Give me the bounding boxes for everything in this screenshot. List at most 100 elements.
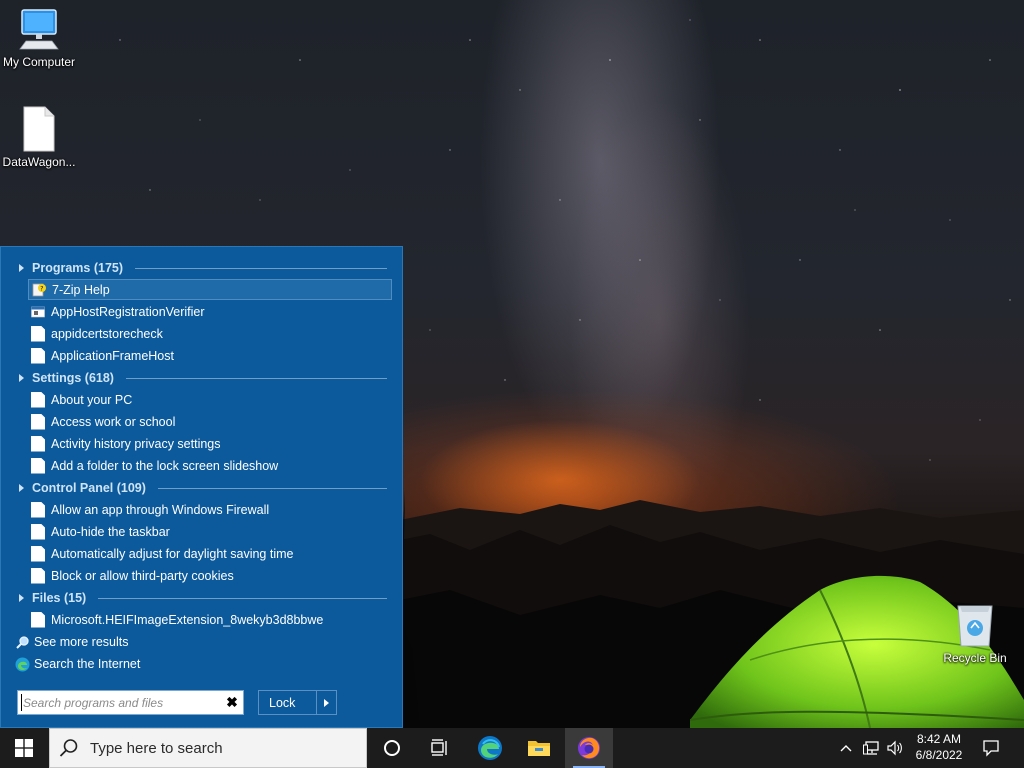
start-button[interactable]	[0, 728, 48, 768]
start-search-box: ✖	[17, 690, 244, 715]
document-icon	[31, 325, 45, 342]
document-icon	[31, 413, 45, 430]
magnifier-icon	[16, 635, 29, 649]
result-label: ApplicationFrameHost	[51, 348, 174, 363]
section-title: Files (15)	[32, 591, 87, 605]
result-label: AppHostRegistrationVerifier	[51, 304, 205, 319]
see-more-results-link[interactable]: See more results	[15, 632, 128, 652]
desktop-icon-my-computer[interactable]: My Computer	[0, 8, 78, 69]
close-icon[interactable]: ✖	[221, 694, 243, 711]
result-item-activity-history[interactable]: Activity history privacy settings	[28, 433, 392, 454]
section-divider	[98, 597, 387, 599]
network-icon	[863, 741, 879, 755]
network-tray-button[interactable]	[860, 728, 884, 768]
computer-icon	[19, 9, 59, 50]
taskbar-app-firefox[interactable]	[565, 728, 613, 768]
clock-time: 8:42 AM	[916, 732, 962, 746]
result-label: Allow an app through Windows Firewall	[51, 502, 270, 517]
desktop-icon-label: My Computer	[2, 55, 76, 69]
document-icon	[31, 347, 45, 364]
search-internet-link[interactable]: Search the Internet	[15, 654, 140, 674]
edge-icon	[15, 657, 30, 671]
result-label: Add a folder to the lock screen slidesho…	[51, 458, 279, 473]
result-item-applicationframehost[interactable]: ApplicationFrameHost	[28, 345, 392, 366]
section-title: Programs (175)	[32, 261, 124, 275]
result-label: Auto-hide the taskbar	[51, 524, 170, 539]
power-split-button: Lock	[258, 690, 337, 715]
result-label: Microsoft.HEIFImageExtension_8wekyb3d8bb…	[51, 612, 324, 627]
expand-arrow-icon	[19, 594, 24, 602]
result-label: About your PC	[51, 392, 133, 407]
link-label: See more results	[34, 635, 129, 649]
result-label: appidcertstorecheck	[51, 326, 163, 341]
desktop-icon-recycle-bin[interactable]: Recycle Bin	[936, 602, 1014, 665]
file-icon	[23, 106, 55, 152]
cortana-button[interactable]	[368, 728, 416, 768]
taskbar-search-box[interactable]: Type here to search	[49, 728, 367, 768]
firefox-icon	[578, 737, 600, 759]
notification-icon	[983, 740, 999, 757]
result-label: Access work or school	[51, 414, 176, 429]
power-options-arrow-button[interactable]	[316, 691, 336, 714]
section-divider	[125, 377, 387, 379]
document-icon	[31, 457, 45, 474]
link-label: Search the Internet	[34, 657, 141, 671]
section-header-files[interactable]: Files (15)	[17, 588, 387, 608]
section-title: Control Panel (109)	[32, 481, 146, 495]
edge-icon	[478, 736, 502, 760]
result-label: 7-Zip Help	[52, 282, 110, 297]
chevron-right-icon	[324, 698, 329, 707]
windows-logo-icon	[15, 739, 33, 757]
show-hidden-icons-button[interactable]	[836, 728, 856, 768]
expand-arrow-icon	[19, 264, 24, 272]
document-icon	[31, 501, 45, 518]
section-divider	[135, 267, 387, 269]
search-icon	[59, 739, 78, 757]
document-icon	[31, 523, 45, 540]
taskbar-search-placeholder: Type here to search	[90, 739, 223, 757]
result-item-7zip-help[interactable]: ? 7-Zip Help	[28, 279, 392, 300]
start-menu: Programs (175) ? 7-Zip Help AppHostRegis…	[0, 246, 403, 728]
result-item-daylight-saving[interactable]: Automatically adjust for daylight saving…	[28, 543, 392, 564]
taskbar-app-file-explorer[interactable]	[515, 728, 563, 768]
folder-icon	[528, 741, 550, 756]
clock-date: 6/8/2022	[915, 748, 963, 762]
taskbar-app-edge[interactable]	[466, 728, 514, 768]
help-file-icon: ?	[32, 283, 46, 296]
expand-arrow-icon	[19, 484, 24, 492]
result-item-access-work-or-school[interactable]: Access work or school	[28, 411, 392, 432]
document-icon	[31, 545, 45, 562]
result-item-about-your-pc[interactable]: About your PC	[28, 389, 392, 410]
document-icon	[31, 391, 45, 408]
result-item-apphostregistrationverifier[interactable]: AppHostRegistrationVerifier	[28, 301, 392, 322]
result-item-third-party-cookies[interactable]: Block or allow third-party cookies	[28, 565, 392, 586]
expand-arrow-icon	[19, 374, 24, 382]
start-search-input[interactable]	[18, 692, 221, 713]
result-label: Automatically adjust for daylight saving…	[51, 546, 294, 561]
result-item-auto-hide-taskbar[interactable]: Auto-hide the taskbar	[28, 521, 392, 542]
taskbar: Type here to search 8:42 AM 6/8/2022	[0, 728, 1024, 768]
action-center-button[interactable]	[976, 728, 1006, 768]
result-label: Activity history privacy settings	[51, 436, 221, 451]
taskbar-clock[interactable]: 8:42 AM 6/8/2022	[906, 731, 972, 765]
result-item-allow-app-firewall[interactable]: Allow an app through Windows Firewall	[28, 499, 392, 520]
desktop-icon-datawagon[interactable]: DataWagon...	[0, 106, 78, 169]
lock-button[interactable]: Lock	[259, 691, 316, 714]
desktop-icon-label: DataWagon...	[2, 155, 76, 169]
result-label: Block or allow third-party cookies	[51, 568, 234, 583]
task-view-button[interactable]	[416, 728, 464, 768]
result-item-heif-extension[interactable]: Microsoft.HEIFImageExtension_8wekyb3d8bb…	[28, 609, 392, 630]
section-header-programs[interactable]: Programs (175)	[17, 258, 387, 278]
app-window-icon	[31, 306, 45, 317]
section-header-control-panel[interactable]: Control Panel (109)	[17, 478, 387, 498]
svg-text:?: ?	[40, 285, 43, 292]
section-header-settings[interactable]: Settings (618)	[17, 368, 387, 388]
result-item-appidcertstorecheck[interactable]: appidcertstorecheck	[28, 323, 392, 344]
chevron-up-icon	[840, 745, 852, 752]
volume-tray-button[interactable]	[884, 728, 906, 768]
result-item-lock-screen-slideshow[interactable]: Add a folder to the lock screen slidesho…	[28, 455, 392, 476]
document-icon	[31, 611, 45, 628]
section-title: Settings (618)	[32, 371, 114, 385]
document-icon	[31, 435, 45, 452]
speaker-icon	[887, 740, 902, 756]
